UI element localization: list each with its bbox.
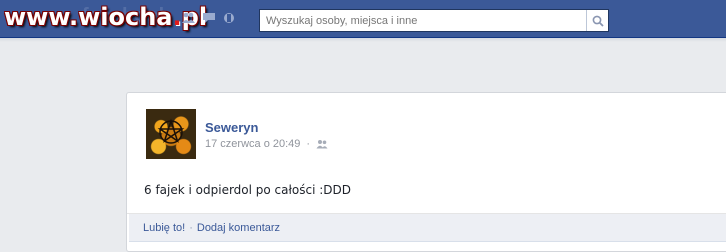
watermark: www.wiocha.pl (4, 3, 208, 31)
actions-separator: · (189, 221, 193, 234)
search-button[interactable] (586, 10, 608, 31)
friends-privacy-icon[interactable] (316, 139, 328, 149)
friend-requests-icon[interactable] (182, 12, 196, 24)
post-author[interactable]: Seweryn (205, 120, 258, 135)
top-navigation-bar: facebook www.wiocha.pl (0, 0, 726, 38)
post-text: 6 fajek i odpierdol po całości :DDD (144, 183, 352, 197)
search-box (259, 9, 609, 32)
add-comment-link[interactable]: Dodaj komentarz (197, 222, 280, 234)
like-link[interactable]: Lubię to! (143, 222, 185, 234)
meta-separator: · (306, 138, 311, 150)
search-input[interactable] (260, 10, 586, 31)
pentagram-icon (157, 118, 185, 144)
actions-border (129, 241, 726, 242)
post-meta: 17 czerwca o 20:49 · (205, 138, 328, 150)
header-shadow (0, 38, 726, 42)
post-card: Seweryn 17 czerwca o 20:49 · 6 fajek i o… (126, 92, 726, 252)
messages-icon[interactable] (202, 12, 216, 24)
post-timestamp[interactable]: 17 czerwca o 20:49 (205, 138, 300, 150)
avatar[interactable] (146, 109, 196, 159)
search-icon (592, 15, 604, 27)
notifications-icon[interactable] (222, 12, 236, 24)
post-actions: Lubię to! · Dodaj komentarz (129, 214, 726, 241)
notification-jewels (182, 12, 236, 24)
